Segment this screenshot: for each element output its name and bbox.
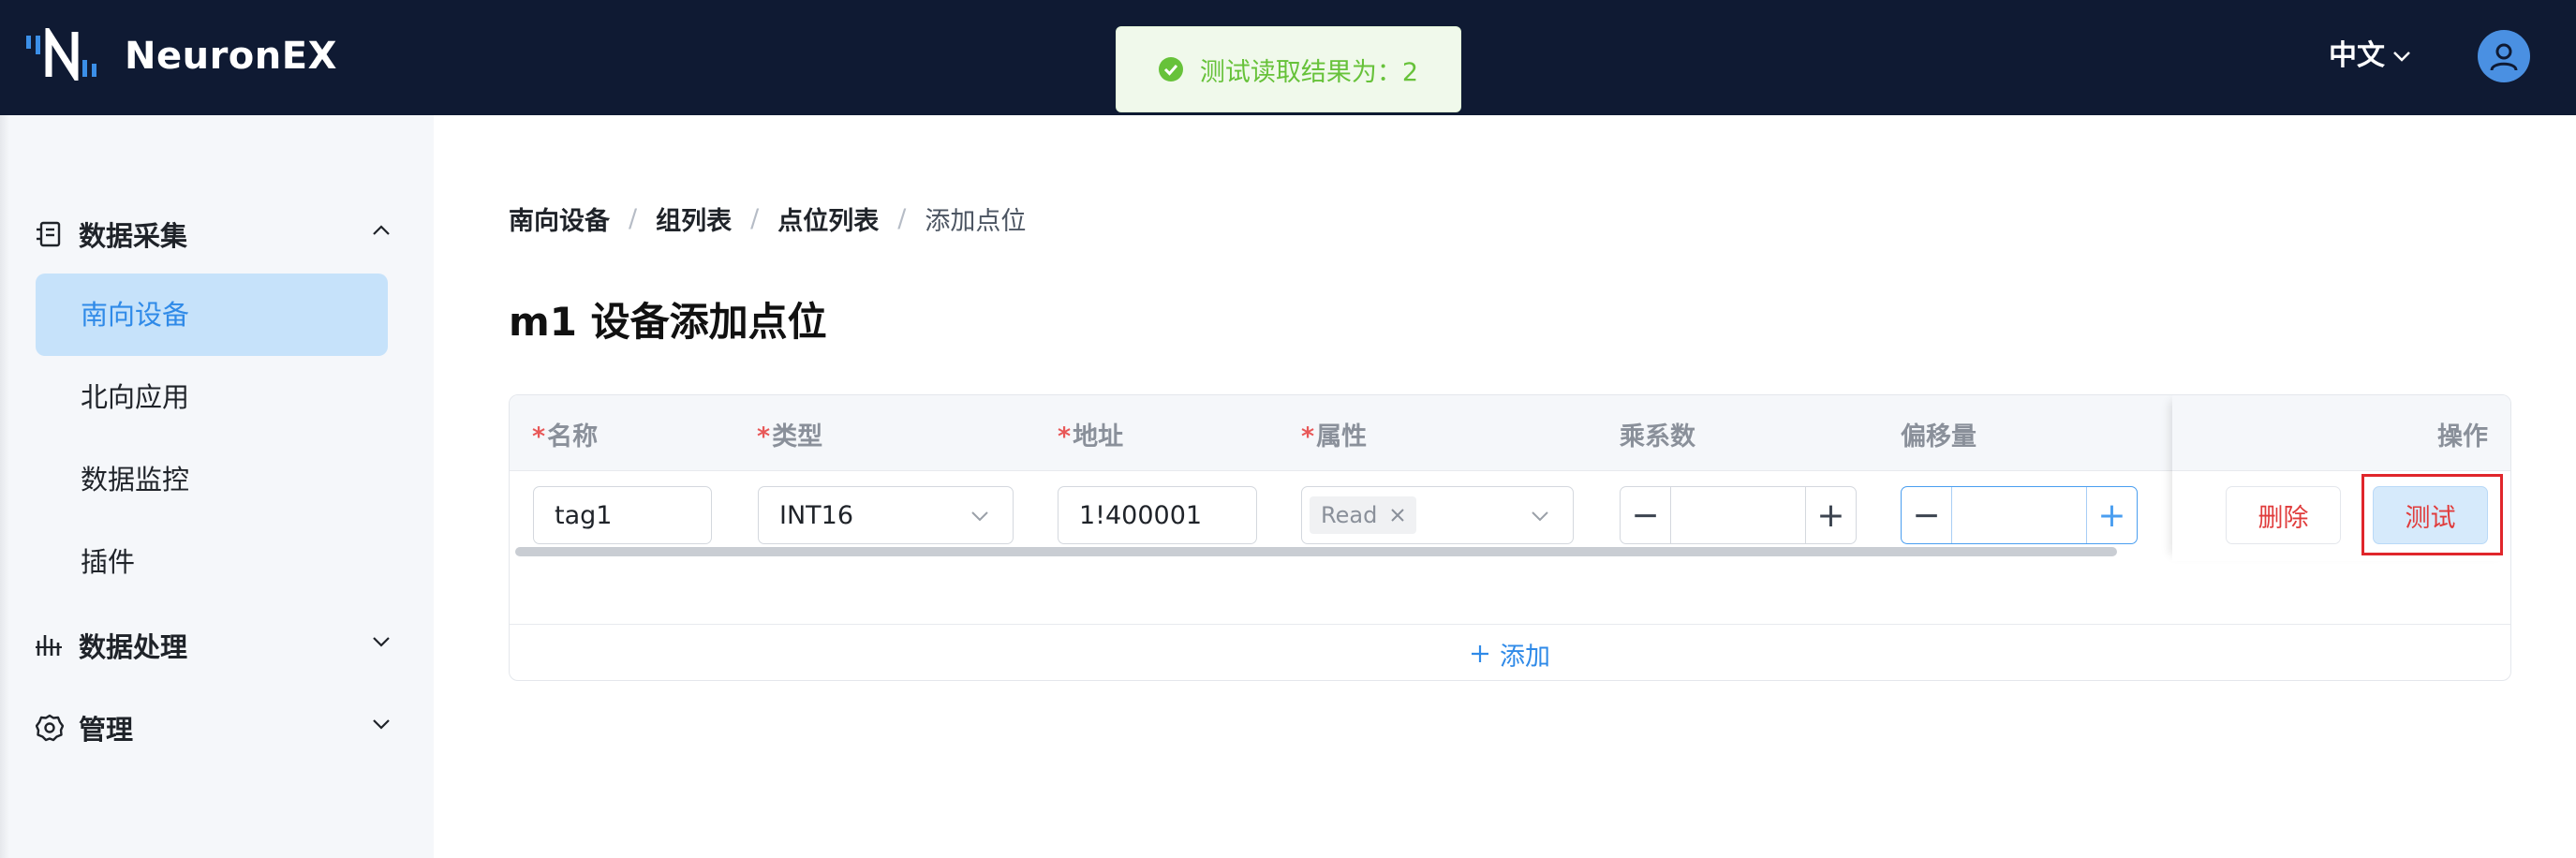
sidebar-item-plugins[interactable]: 插件 — [36, 521, 388, 603]
test-button-label: 测试 — [2405, 503, 2456, 533]
language-label: 中文 — [2329, 39, 2385, 72]
name-value: tag1 — [555, 500, 613, 530]
column-header-name: *名称 — [532, 422, 599, 451]
column-header-offset: 偏移量 — [1901, 422, 1976, 451]
delete-button[interactable]: 删除 — [2226, 486, 2341, 544]
breadcrumb: 南向设备 / 组列表 / 点位列表 / 添加点位 — [509, 200, 1026, 237]
sidebar-item-label: 南向设备 — [81, 299, 190, 331]
address-value: 1!400001 — [1079, 500, 1203, 530]
multiplier-decrement-button[interactable]: − — [1621, 487, 1671, 543]
chevron-down-icon — [373, 637, 390, 647]
breadcrumb-separator: / — [629, 204, 638, 233]
horizontal-scrollbar[interactable] — [515, 547, 2117, 556]
breadcrumb-southbound-devices[interactable]: 南向设备 — [509, 200, 610, 237]
close-icon[interactable] — [1390, 508, 1405, 523]
sidebar-item-southbound-devices[interactable]: 南向设备 — [36, 274, 388, 356]
attribute-tag-read: Read — [1310, 496, 1417, 534]
menu-group-management[interactable]: 管理 — [36, 708, 392, 747]
language-switcher[interactable]: 中文 — [2329, 37, 2411, 75]
data-collection-icon — [37, 221, 61, 247]
gear-icon — [36, 714, 64, 742]
sidebar-item-northbound-apps[interactable]: 北向应用 — [36, 356, 388, 438]
chevron-down-icon — [971, 511, 988, 522]
type-select[interactable]: INT16 — [758, 486, 1014, 544]
breadcrumb-separator: / — [897, 204, 907, 233]
menu-group-label: 数据处理 — [79, 631, 188, 663]
add-label: 添加 — [1500, 642, 1550, 672]
column-header-attribute: *属性 — [1301, 422, 1368, 451]
multiplier-value[interactable] — [1671, 487, 1805, 543]
offset-stepper[interactable]: − + — [1901, 486, 2138, 544]
column-header-address: *地址 — [1058, 422, 1124, 451]
chevron-down-icon — [1532, 511, 1548, 522]
attribute-select[interactable]: Read — [1301, 486, 1574, 544]
breadcrumb-separator: / — [750, 204, 760, 233]
address-input[interactable]: 1!400001 — [1058, 486, 1257, 544]
menu-group-label: 管理 — [79, 714, 134, 746]
chevron-down-icon — [2393, 52, 2410, 62]
offset-increment-button[interactable]: + — [2086, 487, 2137, 543]
chevron-down-icon — [373, 719, 390, 730]
plus-icon — [1472, 645, 1488, 662]
type-value: INT16 — [779, 500, 854, 530]
sidebar-shadow — [0, 115, 9, 858]
data-processing-icon — [36, 635, 62, 656]
menu-group-data-processing[interactable]: 数据处理 — [36, 626, 392, 665]
brand-name: NeuronEX — [125, 35, 337, 78]
breadcrumb-current: 添加点位 — [925, 207, 1027, 236]
sidebar-item-label: 插件 — [81, 546, 136, 578]
add-tag-button[interactable]: 添加 — [510, 624, 2510, 680]
column-header-multiplier: 乘系数 — [1620, 422, 1695, 451]
name-input[interactable]: tag1 — [533, 486, 712, 544]
success-toast: 测试读取结果为：2 — [1116, 26, 1461, 112]
column-header-type: *类型 — [757, 422, 823, 451]
multiplier-increment-button[interactable]: + — [1805, 487, 1856, 543]
sidebar-item-data-monitoring[interactable]: 数据监控 — [36, 438, 388, 521]
multiplier-stepper[interactable]: − + — [1620, 486, 1857, 544]
user-avatar[interactable] — [2478, 30, 2530, 82]
neuronex-logo-icon — [26, 28, 96, 81]
tag-form-table: *名称 *类型 *地址 *属性 乘系数 偏移量 tag1 INT16 1!400… — [509, 394, 2511, 681]
breadcrumb-tag-list[interactable]: 点位列表 — [777, 200, 879, 237]
delete-button-label: 删除 — [2258, 503, 2309, 533]
check-circle-icon — [1158, 57, 1183, 81]
offset-decrement-button[interactable]: − — [1902, 487, 1952, 543]
page-title: m1 设备添加点位 — [509, 299, 827, 345]
toast-message: 测试读取结果为：2 — [1199, 57, 1419, 87]
test-button[interactable]: 测试 — [2373, 486, 2488, 544]
column-header-actions: 操作 — [2437, 422, 2488, 451]
menu-group-label: 数据采集 — [79, 220, 188, 252]
menu-group-data-collection[interactable]: 数据采集 — [36, 214, 392, 254]
sidebar-item-label: 数据监控 — [81, 464, 190, 496]
sidebar-item-label: 北向应用 — [81, 381, 190, 413]
chevron-up-icon — [373, 225, 390, 235]
user-icon — [2490, 43, 2518, 71]
offset-value[interactable] — [1952, 487, 2086, 543]
breadcrumb-group-list[interactable]: 组列表 — [656, 200, 732, 237]
